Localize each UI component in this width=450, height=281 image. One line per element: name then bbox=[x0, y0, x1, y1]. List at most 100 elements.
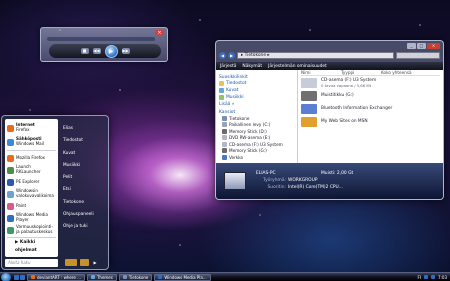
place-control-panel[interactable]: Ohjauspaneeli bbox=[60, 209, 105, 221]
list-item[interactable]: My Web Sites on MSN bbox=[301, 115, 440, 128]
toolbar-system-properties[interactable]: Järjestelmän ominaisuudet bbox=[268, 64, 327, 69]
favorite-documents[interactable]: Tiedostot bbox=[219, 80, 294, 87]
media-player-mini-window[interactable]: × ■ ◀◀ ▶ ▶▶ bbox=[40, 27, 168, 62]
place-help[interactable]: Ohje ja tuki bbox=[60, 221, 105, 233]
maximize-button[interactable]: □ bbox=[417, 43, 426, 49]
memory-label: Muisti: bbox=[321, 170, 336, 176]
back-button[interactable]: ◀ bbox=[219, 51, 226, 59]
place-search[interactable]: Etsi bbox=[60, 184, 105, 196]
taskbar-button-deviantart[interactable]: deviantART : where ... bbox=[27, 273, 85, 281]
show-desktop-icon[interactable] bbox=[14, 274, 19, 280]
taskbar-button-computer[interactable]: Tietokone bbox=[118, 273, 153, 281]
column-name[interactable]: Nimi bbox=[301, 70, 341, 75]
close-button[interactable]: × bbox=[427, 43, 440, 49]
favorite-music[interactable]: Musiikki bbox=[219, 94, 294, 101]
media-player-icon bbox=[158, 275, 163, 279]
list-item[interactable]: Muistitikku (G:) bbox=[301, 89, 440, 102]
clock[interactable]: 7:03 bbox=[438, 275, 447, 280]
program-backup[interactable]: Varmuuskopiointi- ja palautuskeskus bbox=[7, 224, 56, 236]
close-icon[interactable]: × bbox=[155, 30, 164, 36]
folder-icon bbox=[219, 81, 224, 86]
taskbar: deviantART : where ... Themes Tietokone … bbox=[0, 272, 450, 281]
shutdown-options-arrow[interactable]: ▶ bbox=[92, 259, 98, 266]
start-menu-bottom: Aloita haku ▶ bbox=[5, 258, 105, 267]
start-search-input[interactable]: Aloita haku bbox=[5, 258, 58, 267]
memory-stick-icon bbox=[222, 148, 227, 154]
program-rklauncher[interactable]: Launch RKLauncher bbox=[7, 164, 56, 176]
language-indicator[interactable]: FI bbox=[418, 275, 421, 280]
program-media-player[interactable]: Windows Media Player bbox=[7, 212, 56, 224]
paint-icon bbox=[7, 202, 14, 210]
play-button[interactable]: ▶ bbox=[104, 44, 118, 58]
program-label: Mozilla Firefox bbox=[16, 154, 45, 160]
all-programs-button[interactable]: ▶ Kaikki ohjelmat bbox=[7, 239, 56, 253]
program-label: Windows Media Player bbox=[16, 212, 48, 222]
details-pane: ELIAS-PC Muisti: 2,00 Gt Työryhmä: WORKGR… bbox=[216, 163, 443, 199]
column-size[interactable]: Koko yhteensä bbox=[381, 70, 421, 75]
taskbar-label: Tietokone bbox=[128, 274, 149, 280]
place-user[interactable]: Elias bbox=[60, 123, 105, 135]
more-link[interactable]: Lisää » bbox=[219, 101, 294, 108]
forward-button[interactable]: ▶ bbox=[228, 51, 235, 59]
taskbar-label: Themes bbox=[96, 274, 113, 280]
address-bar[interactable]: ▸ Tietokone ▸ bbox=[237, 51, 394, 59]
program-photo-gallery[interactable]: Windowsin valokuvavalikoima bbox=[7, 188, 56, 200]
pe-explorer-icon bbox=[7, 178, 14, 186]
explorer-window[interactable]: _ □ × ◀ ▶ ▸ Tietokone ▸ Järjestä Näkymät… bbox=[215, 40, 444, 200]
start-menu-programs: Internet Firefox Sähköposti Windows Mail M… bbox=[5, 119, 58, 257]
separator bbox=[7, 150, 56, 151]
lock-button[interactable] bbox=[80, 259, 89, 266]
all-programs-arrow-icon: ▶ bbox=[15, 240, 19, 245]
start-menu-places: Elias Tiedostot Kuvat Musiikki Pelit Ets… bbox=[60, 119, 105, 257]
start-orb[interactable] bbox=[1, 272, 11, 281]
previous-button[interactable]: ◀◀ bbox=[92, 48, 101, 54]
list-item[interactable]: CD-asema (F:) U3 System 0 tavua vapaana /… bbox=[301, 76, 440, 89]
place-games[interactable]: Pelit bbox=[60, 172, 105, 184]
tree-label: Tietokone bbox=[229, 115, 250, 121]
launcher-icon bbox=[7, 166, 14, 174]
favorite-label: Musiikki bbox=[226, 95, 244, 100]
network-icon[interactable] bbox=[424, 275, 429, 279]
backup-icon bbox=[7, 226, 14, 234]
pinned-internet[interactable]: Internet Firefox bbox=[7, 121, 56, 135]
volume-icon[interactable] bbox=[431, 275, 436, 279]
stop-button[interactable]: ■ bbox=[80, 48, 89, 54]
quick-launch bbox=[14, 274, 25, 280]
search-input[interactable] bbox=[396, 51, 440, 59]
place-computer[interactable]: Tietokone bbox=[60, 197, 105, 209]
pinned-email[interactable]: Sähköposti Windows Mail bbox=[7, 135, 56, 149]
cpu-label: Suoritin: bbox=[267, 184, 287, 190]
tree-network[interactable]: Verkko bbox=[219, 154, 294, 161]
program-label: Launch RKLauncher bbox=[16, 164, 41, 174]
bluetooth-icon bbox=[301, 103, 317, 114]
program-paint[interactable]: Paint bbox=[7, 200, 56, 212]
favorite-label: Tiedostot bbox=[226, 81, 247, 86]
place-pictures[interactable]: Kuvat bbox=[60, 148, 105, 160]
folder-icon bbox=[90, 275, 95, 279]
network-icon bbox=[222, 154, 227, 160]
tree-label: DVD RW-asema (E:) bbox=[229, 135, 271, 141]
taskbar-button-themes[interactable]: Themes bbox=[86, 273, 117, 281]
item-name: My Web Sites on MSN bbox=[321, 119, 368, 124]
toolbar-views[interactable]: Näkymät bbox=[242, 64, 262, 69]
column-type[interactable]: Tyyppi bbox=[341, 70, 381, 75]
program-firefox[interactable]: Mozilla Firefox bbox=[7, 152, 56, 164]
toolbar-organize[interactable]: Järjestä bbox=[220, 64, 236, 69]
seek-bar[interactable] bbox=[47, 37, 155, 41]
switch-windows-icon[interactable] bbox=[20, 274, 25, 280]
next-button[interactable]: ▶▶ bbox=[121, 48, 130, 54]
cd-drive-icon bbox=[301, 77, 317, 88]
minimize-button[interactable]: _ bbox=[407, 43, 416, 49]
tree-label: Paikallinen levy (C:) bbox=[229, 122, 271, 128]
favorite-label: Kuvat bbox=[226, 88, 239, 93]
place-documents[interactable]: Tiedostot bbox=[60, 135, 105, 147]
item-name: CD-asema (F:) U3 System bbox=[321, 77, 377, 83]
taskbar-button-media-player[interactable]: Windows Media Pla... bbox=[154, 273, 211, 281]
place-music[interactable]: Musiikki bbox=[60, 160, 105, 172]
power-button[interactable] bbox=[65, 259, 77, 266]
program-pe-explorer[interactable]: PE Explorer bbox=[7, 176, 56, 188]
address-row: ◀ ▶ ▸ Tietokone ▸ bbox=[219, 51, 440, 59]
music-icon bbox=[219, 95, 224, 100]
favorite-pictures[interactable]: Kuvat bbox=[219, 87, 294, 94]
list-item[interactable]: Bluetooth Information Exchanger bbox=[301, 102, 440, 115]
